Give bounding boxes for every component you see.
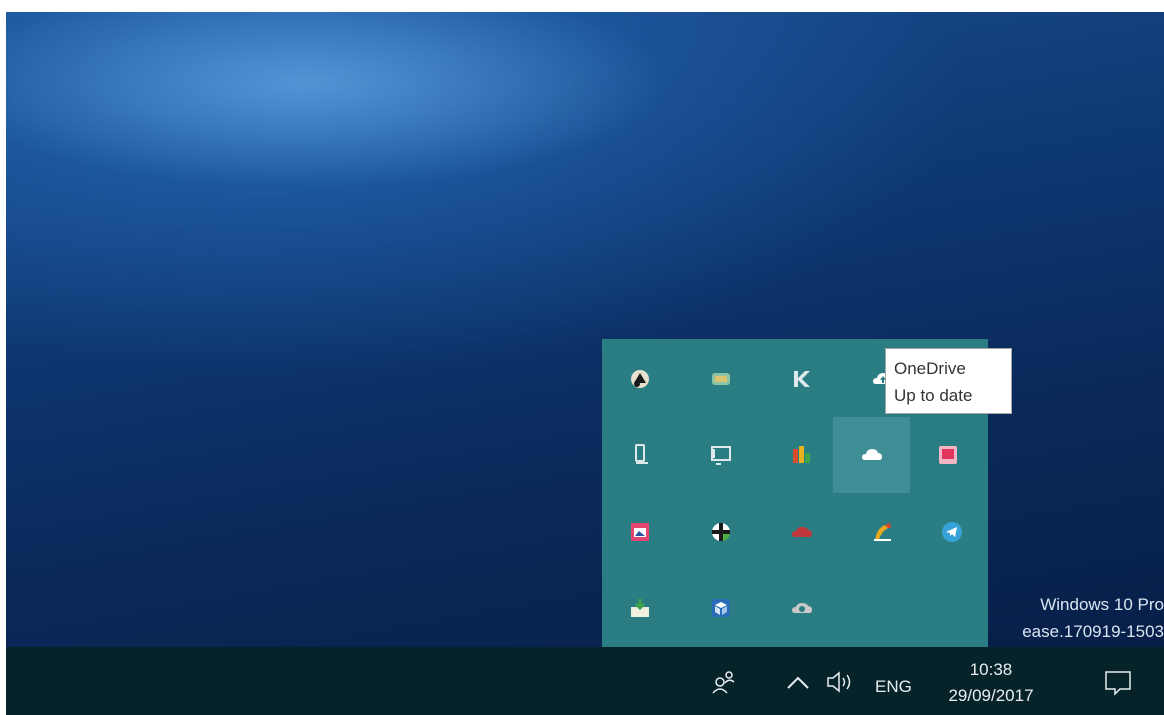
windows-build-watermark: Windows 10 Pro ease.170919-1503 [1022,591,1164,645]
pink-app-icon[interactable] [910,417,986,493]
tooltip-status: Up to date [894,386,973,405]
network-status-icon[interactable] [683,341,759,417]
onedrive-icon[interactable] [833,417,910,493]
speaker-icon[interactable] [824,670,854,694]
watermark-build: ease.170919-1503 [1022,622,1164,641]
clock-date: 29/09/2017 [948,686,1034,705]
language-indicator[interactable]: ENG [875,677,912,697]
clock-time: 10:38 [969,660,1013,679]
k-app-icon[interactable] [764,341,840,417]
tooltip-title: OneDrive [894,359,966,378]
clock[interactable]: 10:38 29/09/2017 [942,657,1040,709]
telegram-icon[interactable] [914,494,990,570]
action-center-icon[interactable] [1103,669,1133,697]
cube-app-icon[interactable] [683,570,759,646]
people-icon[interactable] [709,669,739,695]
taskbar: ENG 10:38 29/09/2017 [6,647,1164,715]
gray-cloud-icon[interactable] [764,570,840,646]
shield-cross-icon[interactable] [683,494,759,570]
red-cloud-icon[interactable] [764,494,840,570]
download-tray-icon[interactable] [602,570,678,646]
color-pencil-icon[interactable] [845,494,921,570]
image-app-icon[interactable] [602,494,678,570]
color-bars-icon[interactable] [764,417,840,493]
chevron-up-icon[interactable] [784,674,812,692]
usb-drive-icon[interactable] [602,417,678,493]
watermark-edition: Windows 10 Pro [1040,595,1164,614]
display-settings-icon[interactable] [683,417,759,493]
desktop-background: Windows 10 Pro ease.170919-1503 [6,12,1164,647]
kde-connect-icon[interactable] [602,341,678,417]
onedrive-tooltip: OneDrive Up to date [885,348,1012,414]
